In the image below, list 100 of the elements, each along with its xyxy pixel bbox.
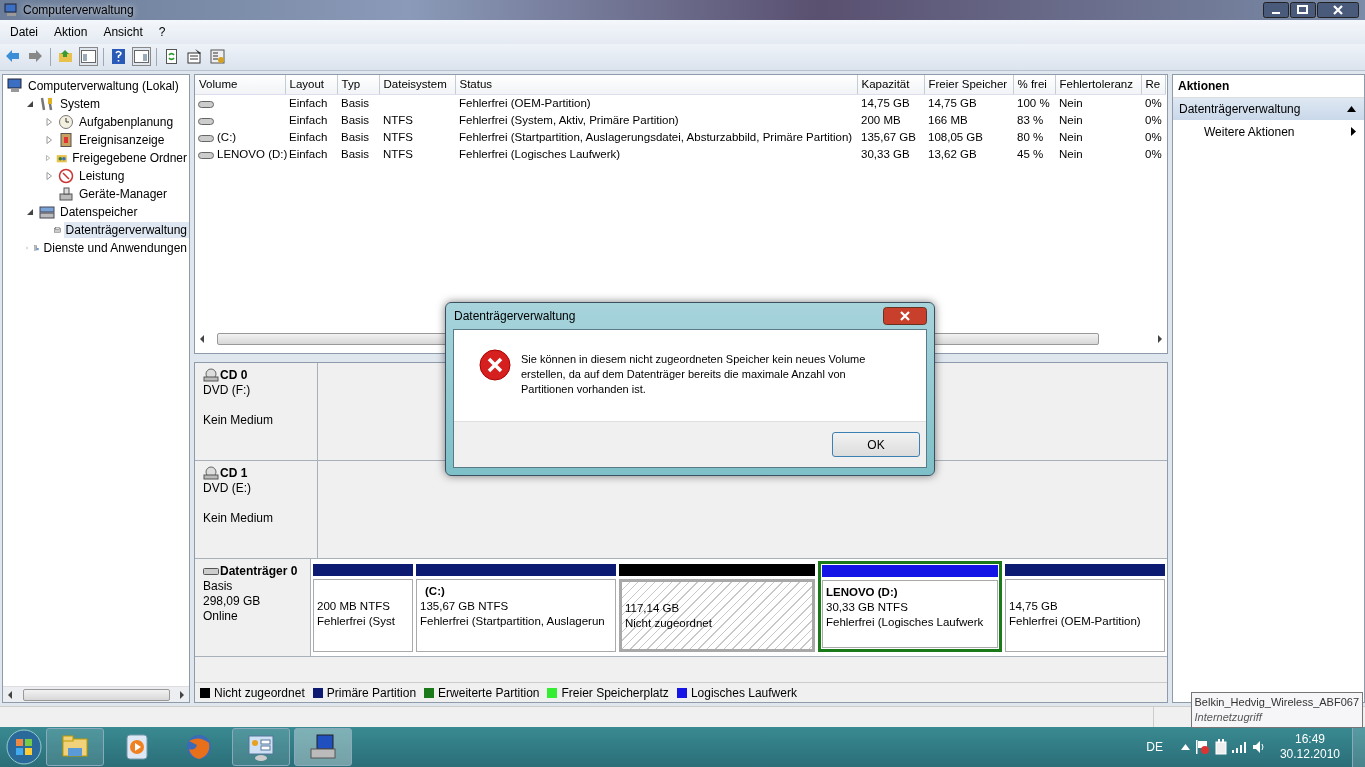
- refresh-icon[interactable]: [163, 48, 180, 66]
- properties-icon[interactable]: [186, 48, 203, 66]
- signal-icon[interactable]: [1231, 741, 1248, 753]
- right-arrow-icon[interactable]: [179, 690, 185, 699]
- tree-item[interactable]: Computerverwaltung (Lokal): [26, 77, 181, 94]
- minimize-icon[interactable]: [1263, 2, 1289, 18]
- partition-box[interactable]: LENOVO (D:) 30,33 GB NTFS Fehlerfrei (Logisches Laufwerk: [822, 579, 998, 648]
- tree-item[interactable]: Datenträgerverwaltung: [63, 221, 189, 238]
- tree-item-icon: [58, 185, 74, 202]
- panel-icon[interactable]: [80, 48, 97, 66]
- column-header[interactable]: Volume: [195, 74, 285, 95]
- table-cell: 14,75 GB: [924, 94, 1013, 112]
- up-arrow-icon[interactable]: [1180, 744, 1190, 750]
- menu-item[interactable]: ?: [152, 22, 172, 41]
- table-cell-text: 0%: [1144, 130, 1163, 146]
- menu-item[interactable]: Aktion: [48, 22, 94, 41]
- tree-item[interactable]: Freigegebene Ordner: [70, 149, 189, 166]
- taskbar-button[interactable]: [46, 728, 104, 766]
- settings-icon[interactable]: [209, 48, 226, 66]
- actions-section-header[interactable]: Datenträgerverwaltung: [1173, 97, 1364, 120]
- partition-info: Fehlerfrei (Logisches Laufwerk: [826, 614, 985, 630]
- column-header[interactable]: Re: [1141, 74, 1165, 95]
- left-arrow-icon[interactable]: [199, 335, 205, 344]
- tree-item[interactable]: Datenspeicher: [58, 203, 140, 220]
- partition-name: LENOVO (D:): [826, 584, 899, 600]
- battery-plug-icon[interactable]: [1213, 739, 1228, 755]
- tree-item-icon: [58, 167, 74, 184]
- drive-icon: [198, 116, 214, 127]
- table-cell-text: NTFS: [382, 113, 415, 129]
- tree-item[interactable]: Geräte-Manager: [77, 185, 170, 202]
- table-cell-text: Basis: [340, 130, 371, 146]
- disk-type: DVD (E:): [203, 480, 252, 496]
- partition[interactable]: 14,75 GB Fehlerfrei (OEM-Partition): [1005, 563, 1165, 652]
- menu-item[interactable]: Datei: [4, 22, 44, 41]
- section-title: Datenträgerverwaltung: [1179, 101, 1301, 116]
- tree-item-icon: [7, 77, 23, 94]
- tree-item-icon: [58, 131, 74, 148]
- table-cell-text: 80 %: [1016, 130, 1045, 146]
- column-header[interactable]: Status: [455, 74, 857, 95]
- table-cell-text: Basis: [340, 113, 371, 129]
- tree-item[interactable]: Leistung: [77, 167, 127, 184]
- menu-item[interactable]: Ansicht: [97, 22, 149, 41]
- close-icon[interactable]: [1317, 2, 1359, 18]
- column-header[interactable]: Freier Speicher: [924, 74, 1013, 95]
- column-header[interactable]: Kapazität: [857, 74, 924, 95]
- table-cell-text: 30,33 GB: [860, 147, 911, 163]
- extended-partition[interactable]: LENOVO (D:) 30,33 GB NTFS Fehlerfrei (Logisches Laufwerk: [818, 560, 1002, 652]
- tree-item[interactable]: Aufgabenplanung: [77, 113, 176, 130]
- disk-status: Kein Medium: [203, 412, 275, 428]
- table-cell: Fehlerfrei (OEM-Partition): [455, 94, 857, 112]
- table-cell: 100 %: [1013, 94, 1055, 112]
- start-button[interactable]: [6, 729, 42, 765]
- collapse-arrow-icon[interactable]: [1347, 105, 1356, 112]
- left-arrow-icon[interactable]: [7, 690, 13, 699]
- partition-info: Fehlerfrei (Startpartition, Auslagerun: [420, 613, 606, 629]
- tree-item[interactable]: Ereignisanzeige: [77, 131, 167, 148]
- horizontal-scrollbar[interactable]: [3, 686, 189, 703]
- disk-name: Datenträger 0: [220, 563, 298, 578]
- tree-item[interactable]: Dienste und Anwendungen: [41, 239, 189, 256]
- partition-name: (C:): [424, 583, 446, 599]
- table-cell: LENOVO (D:): [217, 148, 288, 161]
- table-cell: 0%: [1141, 94, 1165, 112]
- taskbar-button[interactable]: [294, 728, 352, 766]
- column-header[interactable]: Typ: [337, 74, 379, 95]
- action-item[interactable]: Weitere Aktionen: [1173, 119, 1364, 144]
- computer-icon: [4, 3, 18, 17]
- legend-label: Primäre Partition: [326, 685, 417, 700]
- disk-name: CD 0: [220, 367, 248, 382]
- flag-icon[interactable]: [1193, 739, 1210, 755]
- partition[interactable]: 200 MB NTFS Fehlerfrei (Syst: [313, 563, 413, 652]
- right-arrow-icon[interactable]: [1157, 335, 1163, 344]
- column-header[interactable]: Fehlertoleranz: [1055, 74, 1141, 95]
- language-indicator[interactable]: DE: [1146, 740, 1163, 754]
- table-cell-text: 0%: [1144, 147, 1163, 163]
- help-icon[interactable]: [110, 48, 127, 66]
- partition-box[interactable]: 14,75 GB Fehlerfrei (OEM-Partition): [1005, 578, 1165, 652]
- table-cell-text: Nein: [1058, 113, 1084, 129]
- table-cell-text: Fehlerfrei (Logisches Laufwerk): [458, 147, 622, 163]
- tree-item[interactable]: System: [58, 95, 102, 112]
- table-cell-text: Basis: [340, 147, 371, 163]
- partition[interactable]: (C:) 135,67 GB NTFS Fehlerfrei (Startpartition, Auslagerun: [416, 563, 616, 652]
- collapse-arrow-icon[interactable]: [26, 99, 34, 108]
- collapse-arrow-icon[interactable]: [26, 207, 34, 216]
- partition-info: 117,14 GB: [625, 600, 681, 616]
- partition-info: Fehlerfrei (Syst: [317, 613, 396, 629]
- panel-icon[interactable]: [133, 48, 150, 66]
- ok-button[interactable]: OK: [832, 432, 920, 457]
- partition[interactable]: 117,14 GB Nicht zugeordnet: [619, 563, 815, 652]
- column-header[interactable]: % frei: [1013, 74, 1055, 95]
- partition-box[interactable]: 200 MB NTFS Fehlerfrei (Syst: [313, 578, 413, 652]
- taskbar-button[interactable]: [232, 728, 290, 766]
- table-cell: Basis: [337, 94, 379, 112]
- partition-box[interactable]: 117,14 GB Nicht zugeordnet: [619, 578, 815, 652]
- clock[interactable]: 16:49 30.12.2010: [1279, 732, 1340, 762]
- close-icon[interactable]: [883, 307, 927, 325]
- column-header[interactable]: Dateisystem: [379, 74, 455, 95]
- column-header[interactable]: Layout: [285, 74, 337, 95]
- partition-box[interactable]: (C:) 135,67 GB NTFS Fehlerfrei (Startpartition, Auslagerun: [416, 578, 616, 652]
- speaker-icon[interactable]: [1251, 740, 1266, 754]
- maximize-icon[interactable]: [1290, 2, 1316, 18]
